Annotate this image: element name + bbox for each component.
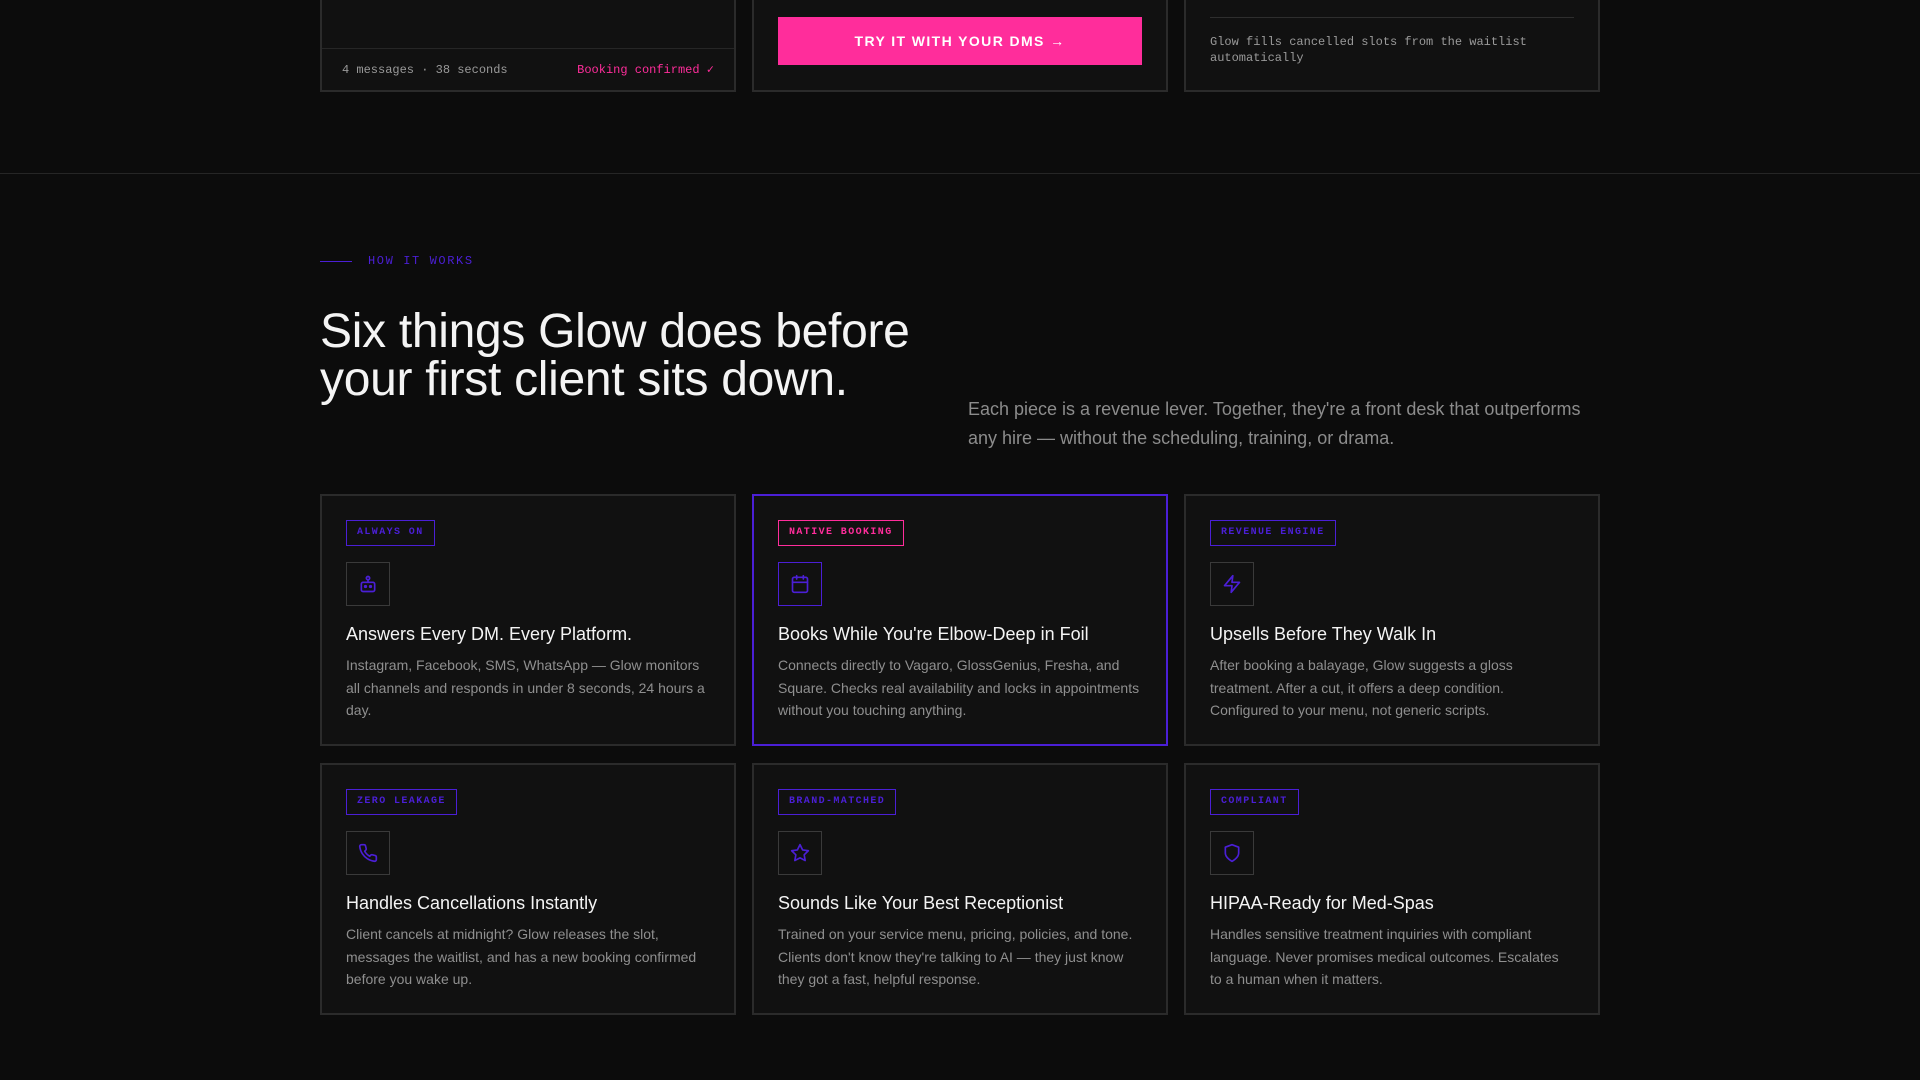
feature-card-native-booking: NATIVE BOOKING Books While You're Elbow-… <box>752 494 1168 746</box>
feature-title: Sounds Like Your Best Receptionist <box>778 893 1064 913</box>
section-eyebrow: HOW IT WORKS <box>320 254 474 268</box>
feature-card-brand-matched: BRAND-MATCHED Sounds Like Your Best Rece… <box>752 763 1168 1015</box>
features-grid: ALWAYS ON Answers Every DM. Every Platfo… <box>320 494 1600 1015</box>
feature-tag: COMPLIANT <box>1210 789 1299 815</box>
chat-demo-meta: 4 messages · 38 seconds <box>342 62 508 77</box>
feature-tag: BRAND-MATCHED <box>778 789 897 815</box>
try-it-button[interactable]: TRY IT WITH YOUR DMS → <box>778 17 1142 65</box>
section-intro: Each piece is a revenue lever. Together,… <box>968 399 1581 448</box>
feature-body: Client cancels at midnight? Glow release… <box>346 926 697 987</box>
feature-tag: ZERO LEAKAGE <box>346 789 457 815</box>
feature-title: Handles Cancellations Instantly <box>346 893 598 913</box>
feature-card-always-on: ALWAYS ON Answers Every DM. Every Platfo… <box>320 494 736 746</box>
feature-body: Connects directly to Vagaro, GlossGenius… <box>778 657 1140 718</box>
section-headline: Six things Glow does before your first c… <box>320 305 910 406</box>
previous-section: 4 messages · 38 seconds Booking confirme… <box>0 0 1920 174</box>
eyebrow-label: HOW IT WORKS <box>368 254 474 268</box>
booking-status: Booking confirmed ✓ <box>577 63 714 77</box>
chat-demo-card: 4 messages · 38 seconds Booking confirme… <box>320 0 736 92</box>
feature-body: Handles sensitive treatment inquiries wi… <box>1210 926 1559 987</box>
feature-card-zero-leakage: ZERO LEAKAGE Handles Cancellations Insta… <box>320 763 736 1015</box>
feature-title: Answers Every DM. Every Platform. <box>346 624 633 644</box>
feature-card-revenue-engine: REVENUE ENGINE Upsells Before They Walk … <box>1184 494 1600 746</box>
waitlist-note: Glow fills cancelled slots from the wait… <box>1210 35 1527 65</box>
star-icon <box>778 831 822 875</box>
calendar-icon <box>778 562 822 606</box>
cta-card: TRY IT WITH YOUR DMS → <box>752 0 1168 92</box>
phone-icon <box>346 831 390 875</box>
feature-title: HIPAA-Ready for Med-Spas <box>1210 893 1434 913</box>
robot-icon <box>346 562 390 606</box>
waitlist-card: Glow fills cancelled slots from the wait… <box>1184 0 1600 92</box>
chat-demo-footer: 4 messages · 38 seconds Booking confirme… <box>322 48 734 90</box>
feature-tag: ALWAYS ON <box>346 520 435 546</box>
feature-card-compliant: COMPLIANT HIPAA-Ready for Med-Spas Handl… <box>1184 763 1600 1015</box>
feature-tag: REVENUE ENGINE <box>1210 520 1336 546</box>
shield-icon <box>1210 831 1254 875</box>
feature-body: Trained on your service menu, pricing, p… <box>778 926 1133 987</box>
feature-title: Upsells Before They Walk In <box>1210 624 1437 644</box>
feature-tag: NATIVE BOOKING <box>778 520 904 546</box>
eyebrow-line <box>320 260 352 262</box>
feature-title: Books While You're Elbow-Deep in Foil <box>778 624 1089 644</box>
divider <box>1210 17 1574 18</box>
feature-body: Instagram, Facebook, SMS, WhatsApp — Glo… <box>346 657 705 718</box>
feature-body: After booking a balayage, Glow suggests … <box>1210 657 1513 718</box>
lightning-icon <box>1210 562 1254 606</box>
